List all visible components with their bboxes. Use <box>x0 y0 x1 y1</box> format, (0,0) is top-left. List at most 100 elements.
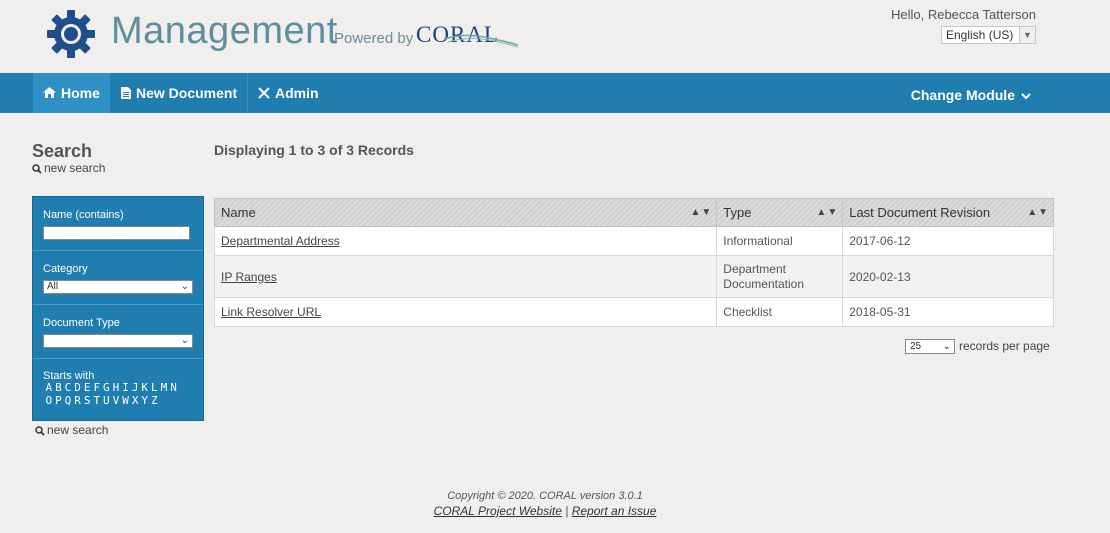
new-search-label: new search <box>44 161 106 175</box>
records-per-page-select[interactable]: 25 ⌄ <box>905 339 955 355</box>
nav-admin[interactable]: Admin <box>248 73 328 113</box>
letter-link-r[interactable]: R <box>73 394 83 407</box>
letter-link-d[interactable]: D <box>73 381 83 394</box>
sort-arrows-icon[interactable]: ▲▼ <box>816 207 838 218</box>
home-icon <box>43 87 56 99</box>
cell-name: Departmental Address <box>213 226 718 256</box>
letter-link-p[interactable]: P <box>54 394 64 407</box>
column-header-label: Type <box>723 205 752 220</box>
document-icon <box>121 86 131 99</box>
search-panel: Name (contains) Category All ⌄ Document … <box>32 196 204 421</box>
letter-link-y[interactable]: Y <box>140 394 150 407</box>
language-select[interactable]: English (US) ▼ <box>941 26 1036 44</box>
letter-link-j[interactable]: J <box>130 381 140 394</box>
letter-link-g[interactable]: G <box>102 381 112 394</box>
letter-link-a[interactable]: A <box>44 381 54 394</box>
letter-link-h[interactable]: H <box>111 381 121 394</box>
new-search-link-top[interactable]: new search <box>32 161 105 175</box>
letter-link-n[interactable]: N <box>169 381 179 394</box>
cell-revision: 2018-05-31 <box>842 297 1054 327</box>
footer: Copyright © 2020. CORAL version 3.0.1 CO… <box>0 490 1090 518</box>
letter-link-w[interactable]: W <box>121 394 131 407</box>
letter-link-s[interactable]: S <box>82 394 92 407</box>
chevron-down-icon: ⌄ <box>942 341 951 353</box>
document-type-section: Document Type ⌄ <box>33 305 203 359</box>
records-summary: Displaying 1 to 3 of 3 Records <box>214 142 414 158</box>
cell-revision: 2017-06-12 <box>842 226 1054 256</box>
nav-admin-label: Admin <box>275 85 319 101</box>
document-link[interactable]: IP Ranges <box>221 270 277 284</box>
table-row: Departmental Address Informational 2017-… <box>213 226 1054 256</box>
app-title[interactable]: Management <box>111 10 338 53</box>
starts-with-section: Starts with ABCDEFGHIJKLMN OPQRSTUVWXYZ <box>33 359 203 421</box>
document-type-label: Document Type <box>43 317 120 329</box>
main-nav: Home New Document Admin Change Module <box>0 73 1110 113</box>
letter-link-i[interactable]: I <box>121 381 131 394</box>
letter-link-x[interactable]: X <box>130 394 140 407</box>
cell-type: Checklist <box>716 297 844 327</box>
document-type-select[interactable]: ⌄ <box>43 334 193 348</box>
letter-link-u[interactable]: U <box>102 394 112 407</box>
letter-link-o[interactable]: O <box>44 394 54 407</box>
table-header-row: Name ▲▼ Type ▲▼ Last Document Revision ▲… <box>213 198 1054 227</box>
new-search-label: new search <box>47 423 109 437</box>
records-per-page-label: records per page <box>959 339 1050 353</box>
letter-link-m[interactable]: M <box>159 381 169 394</box>
chevron-down-icon <box>1021 87 1031 103</box>
gear-logo-icon[interactable] <box>46 9 96 59</box>
category-filter-label: Category <box>43 263 88 275</box>
footer-separator: | <box>565 504 569 518</box>
column-header-label: Last Document Revision <box>849 205 991 220</box>
letter-link-c[interactable]: C <box>63 381 73 394</box>
sort-arrows-icon[interactable]: ▲▼ <box>1027 207 1049 218</box>
chevron-down-icon: ▼ <box>1019 27 1035 43</box>
letter-link-v[interactable]: V <box>111 394 121 407</box>
table-row: Link Resolver URL Checklist 2018-05-31 <box>213 297 1054 327</box>
copyright-text: Copyright © 2020. CORAL version 3.0.1 <box>447 490 643 502</box>
cell-name: Link Resolver URL <box>213 297 718 327</box>
name-filter-label: Name (contains) <box>43 209 124 221</box>
category-select[interactable]: All ⌄ <box>43 280 193 294</box>
magnifier-icon <box>35 426 45 436</box>
column-header-type[interactable]: Type ▲▼ <box>716 198 844 227</box>
language-value: English (US) <box>946 28 1014 42</box>
letter-link-t[interactable]: T <box>92 394 102 407</box>
table-row: IP Ranges Department Documentation 2020-… <box>213 255 1054 298</box>
nav-new-document[interactable]: New Document <box>111 73 246 113</box>
cell-type: Department Documentation <box>716 255 844 298</box>
column-header-label: Name <box>221 205 256 220</box>
column-header-revision[interactable]: Last Document Revision ▲▼ <box>842 198 1054 227</box>
letter-link-q[interactable]: Q <box>63 394 73 407</box>
letter-link-e[interactable]: E <box>82 381 92 394</box>
document-link[interactable]: Link Resolver URL <box>221 305 321 319</box>
magnifier-icon <box>32 164 42 174</box>
footer-links: CORAL Project Website | Report an Issue <box>0 504 1090 518</box>
category-value: All <box>47 281 59 292</box>
header: Management Powered by CORAL Hello, Rebec… <box>0 0 1110 73</box>
search-title: Search <box>32 141 93 161</box>
cell-type: Informational <box>716 226 844 256</box>
user-greeting: Hello, Rebecca Tatterson <box>890 7 1036 22</box>
chevron-down-icon: ⌄ <box>180 335 189 346</box>
nav-new-document-label: New Document <box>136 85 238 101</box>
category-filter-section: Category All ⌄ <box>33 251 203 305</box>
sort-arrows-icon[interactable]: ▲▼ <box>690 207 712 218</box>
new-search-link-bottom[interactable]: new search <box>35 423 108 437</box>
document-link[interactable]: Departmental Address <box>221 234 340 248</box>
cell-name: IP Ranges <box>213 255 718 298</box>
name-filter-input[interactable] <box>43 226 190 240</box>
change-module-menu[interactable]: Change Module <box>911 87 1031 103</box>
report-issue-link[interactable]: Report an Issue <box>572 504 657 518</box>
letter-link-l[interactable]: L <box>150 381 160 394</box>
nav-home[interactable]: Home <box>33 73 110 113</box>
letter-link-f[interactable]: F <box>92 381 102 394</box>
letter-link-b[interactable]: B <box>54 381 64 394</box>
letter-link-k[interactable]: K <box>140 381 150 394</box>
column-header-name[interactable]: Name ▲▼ <box>213 198 718 227</box>
coral-project-link[interactable]: CORAL Project Website <box>434 504 562 518</box>
name-filter-section: Name (contains) <box>33 197 203 251</box>
nav-home-label: Home <box>61 85 100 101</box>
change-module-label: Change Module <box>910 87 1015 103</box>
records-per-page: 25 ⌄ records per page <box>905 339 1050 355</box>
letter-link-z[interactable]: Z <box>150 394 160 407</box>
